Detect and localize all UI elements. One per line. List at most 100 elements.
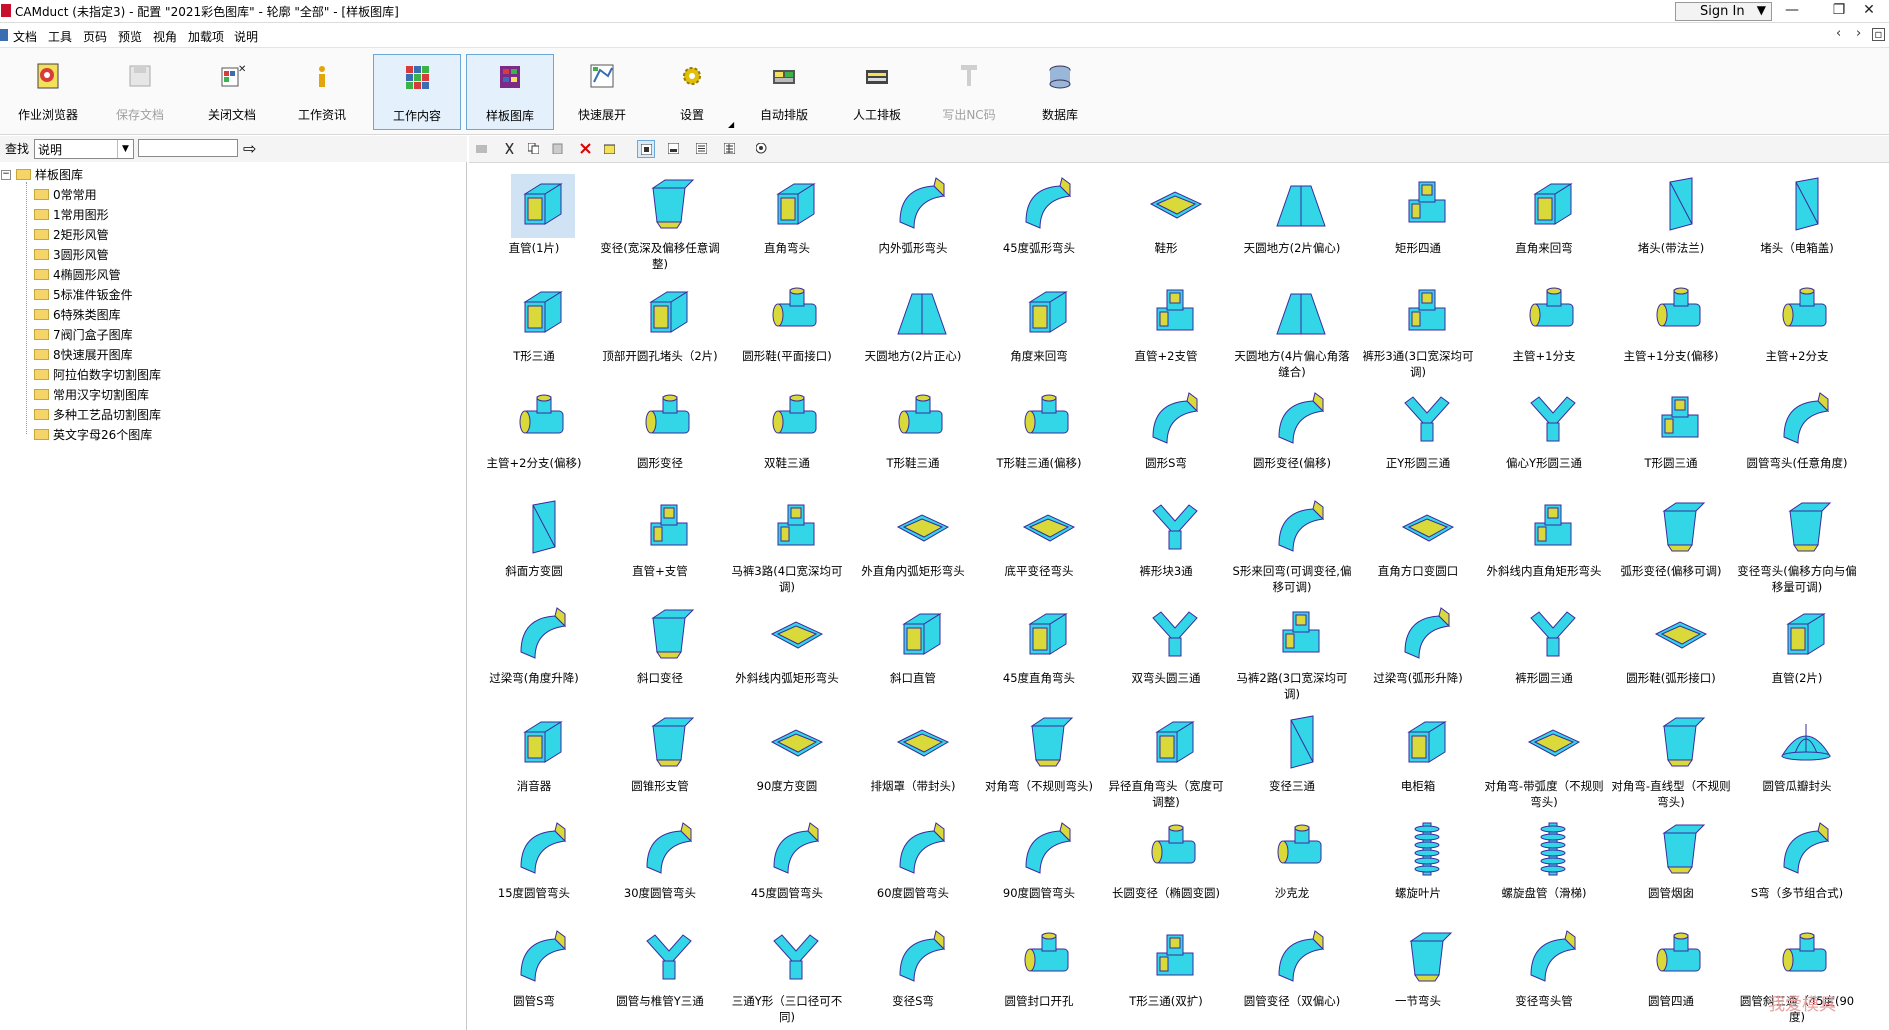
tree-folder-item[interactable]: 英文字母26个图库: [34, 426, 152, 444]
pattern-item[interactable]: 排烟罩（带封头): [850, 708, 976, 812]
pattern-item[interactable]: 90度方变圆: [724, 708, 850, 812]
pattern-item[interactable]: 堵头(带法兰): [1608, 170, 1734, 274]
tree-folder-item[interactable]: 3圆形风管: [34, 246, 109, 264]
menu-tools[interactable]: 工具: [48, 28, 72, 45]
pattern-item[interactable]: 变径弯头管: [1481, 923, 1607, 1027]
preview-icon[interactable]: [753, 140, 771, 158]
pattern-item[interactable]: 45度弧形弯头: [976, 170, 1102, 274]
pattern-item[interactable]: 马裤2路(3口宽深均可调): [1229, 600, 1355, 704]
pattern-item[interactable]: 消音器: [471, 708, 597, 812]
pattern-item[interactable]: 天圆地方(2片偏心): [1229, 170, 1355, 274]
pattern-item[interactable]: 主管+1分支(偏移): [1608, 278, 1734, 382]
pattern-item[interactable]: 堵头（电箱盖): [1734, 170, 1860, 274]
pattern-item[interactable]: 变径(宽深及偏移任意调整): [597, 170, 723, 274]
pattern-item[interactable]: 斜口直管: [850, 600, 976, 704]
pattern-item[interactable]: 双鞋三通: [724, 385, 850, 489]
pattern-item[interactable]: 偏心Y形圆三通: [1481, 385, 1607, 489]
pattern-item[interactable]: 顶部开圆孔堵头（2片): [597, 278, 723, 382]
pattern-item[interactable]: 直角来回弯: [1481, 170, 1607, 274]
tree-folder-item[interactable]: 常用汉字切割图库: [34, 386, 149, 404]
toolbar-button-close-doc[interactable]: ✕ 关闭文档: [188, 54, 276, 130]
menu-addins[interactable]: 加载项: [188, 28, 224, 45]
pattern-item[interactable]: 螺旋叶片: [1355, 815, 1481, 919]
pattern-item[interactable]: 变径三通: [1229, 708, 1355, 812]
copy-icon[interactable]: [525, 140, 543, 158]
menu-help[interactable]: 说明: [234, 28, 258, 45]
document-menu-icon[interactable]: [0, 29, 8, 41]
pattern-item[interactable]: 底平变径弯头: [976, 493, 1102, 597]
pattern-item[interactable]: 对角弯（不规则弯头): [976, 708, 1102, 812]
pattern-item[interactable]: 变径弯头(偏移方向与偏移量可调): [1734, 493, 1860, 597]
pattern-item[interactable]: 天圆地方(4片偏心角落缝合): [1229, 278, 1355, 382]
tree-root[interactable]: − 样板图库: [0, 166, 83, 184]
toolbar-button-job-browser[interactable]: 作业浏览器: [4, 54, 92, 130]
toolbar-button-info[interactable]: 工作资讯: [278, 54, 366, 130]
pattern-item[interactable]: 直管+2支管: [1103, 278, 1229, 382]
pattern-item[interactable]: 一节弯头: [1355, 923, 1481, 1027]
pattern-item[interactable]: 90度圆管弯头: [976, 815, 1102, 919]
toolbar-button-pattern-library[interactable]: 样板图库: [466, 54, 554, 130]
properties-icon[interactable]: [601, 140, 619, 158]
pattern-item[interactable]: 斜面方变圆: [471, 493, 597, 597]
pattern-item[interactable]: 裤形块3通: [1103, 493, 1229, 597]
tree-folder-item[interactable]: 6特殊类图库: [34, 306, 121, 324]
tree-folder-item[interactable]: 2矩形风管: [34, 226, 109, 244]
tree-folder-item[interactable]: 5标准件钣金件: [34, 286, 133, 304]
pattern-item[interactable]: 圆管烟囱: [1608, 815, 1734, 919]
pattern-item[interactable]: T形鞋三通(偏移): [976, 385, 1102, 489]
pattern-item[interactable]: 圆锥形支管: [597, 708, 723, 812]
close-window-button[interactable]: ✕: [1849, 1, 1889, 19]
pattern-item[interactable]: 鞋形: [1103, 170, 1229, 274]
pattern-item[interactable]: 15度圆管弯头: [471, 815, 597, 919]
pattern-item[interactable]: 长圆变径（椭圆变圆): [1103, 815, 1229, 919]
pattern-item[interactable]: 正Y形圆三通: [1355, 385, 1481, 489]
menu-page[interactable]: 页码: [83, 28, 107, 45]
arrow-right-icon[interactable]: ⇨: [243, 139, 256, 158]
tree-folder-item[interactable]: 阿拉伯数字切割图库: [34, 366, 161, 384]
tree-folder-item[interactable]: 0常常用: [34, 186, 97, 204]
toolbar-button-auto-nest[interactable]: 自动排版: [740, 54, 828, 130]
menu-view[interactable]: 视角: [153, 28, 177, 45]
small-icons-view-icon[interactable]: [665, 140, 683, 158]
paste-icon[interactable]: [549, 140, 567, 158]
delete-icon[interactable]: [577, 140, 595, 158]
pattern-item[interactable]: 45度直角弯头: [976, 600, 1102, 704]
pattern-item[interactable]: 沙克龙: [1229, 815, 1355, 919]
tree-folder-item[interactable]: 1常用图形: [34, 206, 109, 224]
pattern-item[interactable]: 裤形圆三通: [1481, 600, 1607, 704]
list-view-icon[interactable]: [693, 140, 711, 158]
pattern-item[interactable]: 过梁弯(角度升降): [471, 600, 597, 704]
toolbar-button-work-content[interactable]: 工作内容: [373, 54, 461, 130]
pattern-item[interactable]: T形圆三通: [1608, 385, 1734, 489]
menu-document[interactable]: 文档: [13, 28, 37, 45]
pattern-item[interactable]: 主管+2分支(偏移): [471, 385, 597, 489]
pattern-item[interactable]: 斜口变径: [597, 600, 723, 704]
pattern-item[interactable]: 矩形四通: [1355, 170, 1481, 274]
pattern-item[interactable]: S形来回弯(可调变径,偏移可调): [1229, 493, 1355, 597]
search-input[interactable]: [138, 139, 238, 157]
pattern-item[interactable]: 对角弯-直线型（不规则弯头): [1608, 708, 1734, 812]
pattern-item[interactable]: 弧形变径(偏移可调): [1608, 493, 1734, 597]
pattern-item[interactable]: 圆管弯头(任意角度): [1734, 385, 1860, 489]
pattern-item[interactable]: 马裤3路(4口宽深均可调): [724, 493, 850, 597]
collapse-icon[interactable]: −: [1, 170, 11, 180]
pattern-item[interactable]: 直角方口变圆口: [1355, 493, 1481, 597]
restore-doc-icon[interactable]: ▫: [1872, 28, 1885, 41]
toolbar-button-manual-nest[interactable]: 人工排板: [833, 54, 921, 130]
find-field-select[interactable]: 说明 ▼: [34, 139, 134, 159]
large-icons-view-icon[interactable]: [637, 140, 655, 158]
pattern-item[interactable]: 主管+1分支: [1481, 278, 1607, 382]
nav-forward-icon[interactable]: ›: [1856, 26, 1861, 41]
tree-folder-item[interactable]: 多种工艺品切割图库: [34, 406, 161, 424]
toolbar-button-database[interactable]: 数据库: [1016, 54, 1104, 130]
pattern-item[interactable]: S弯（多节组合式): [1734, 815, 1860, 919]
pattern-item[interactable]: 主管+2分支: [1734, 278, 1860, 382]
pattern-item[interactable]: 对角弯-带弧度（不规则弯头): [1481, 708, 1607, 812]
pattern-item[interactable]: 电柜箱: [1355, 708, 1481, 812]
tree-folder-item[interactable]: 7阀门盒子图库: [34, 326, 133, 344]
pattern-item[interactable]: 圆管封口开孔: [976, 923, 1102, 1027]
pattern-item[interactable]: 直管(2片): [1734, 600, 1860, 704]
pattern-item[interactable]: 圆形鞋(平面接口): [724, 278, 850, 382]
menu-preview[interactable]: 预览: [118, 28, 142, 45]
pattern-item[interactable]: 外斜线内直角矩形弯头: [1481, 493, 1607, 597]
